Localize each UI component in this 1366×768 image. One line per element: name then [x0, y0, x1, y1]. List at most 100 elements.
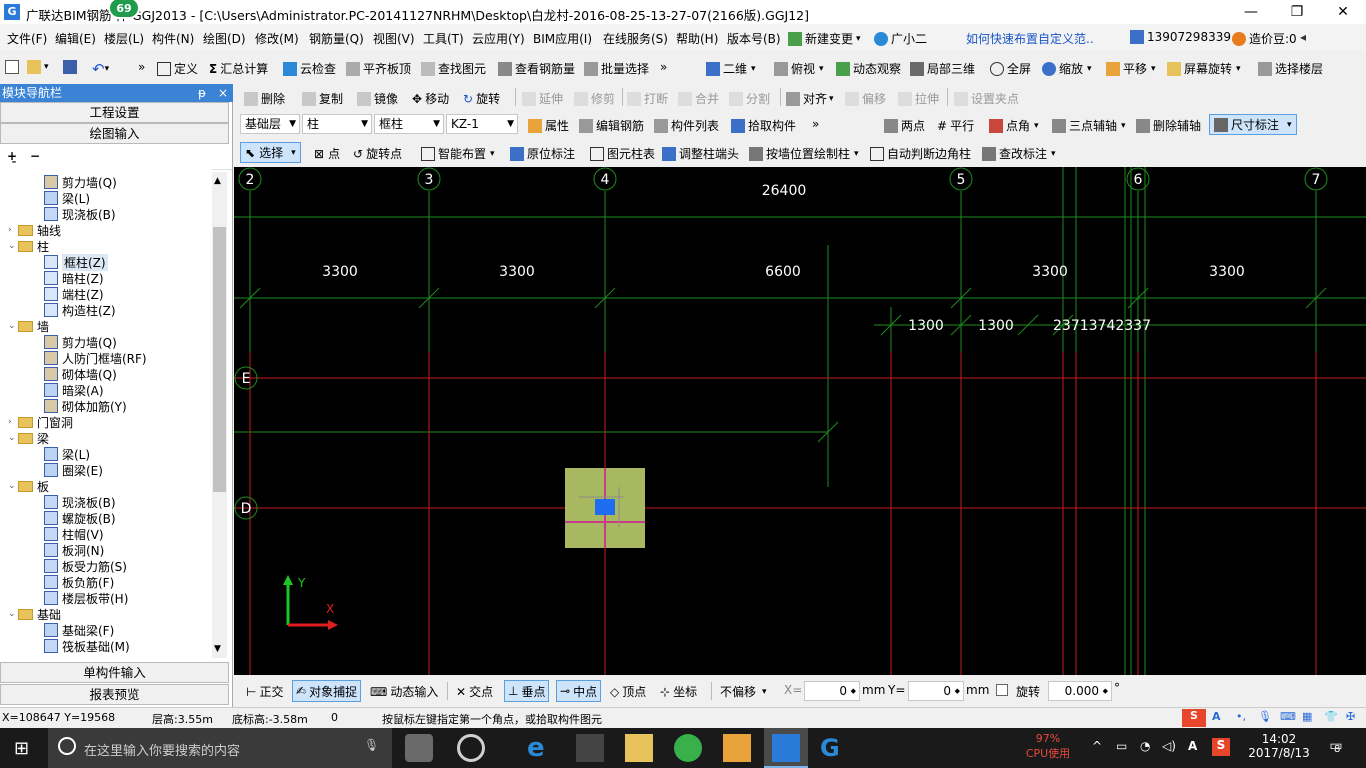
keyboard-icon[interactable]: ⌨ — [1280, 710, 1296, 723]
task-view-icon[interactable] — [405, 734, 433, 762]
column-table-button[interactable]: 图元柱表 — [590, 145, 655, 162]
scroll-thumb[interactable] — [213, 227, 226, 492]
open-file-icon[interactable]: ▾ — [27, 60, 49, 74]
menu-help[interactable]: 帮助(H) — [676, 30, 718, 47]
pan-dropdown[interactable]: 平移 ▾ — [1106, 60, 1156, 77]
network-icon[interactable]: ◔ — [1140, 739, 1150, 753]
batch-select-button[interactable]: 批量选择 — [584, 60, 649, 77]
two-point-axis-button[interactable]: 两点 — [884, 117, 925, 134]
mic-search-icon[interactable]: 🎙 — [364, 738, 379, 752]
ortho-toggle[interactable]: ⊢ 正交 — [246, 683, 283, 700]
more-icon[interactable]: » — [138, 60, 145, 74]
offset-mode-dropdown[interactable]: 不偏移 ▾ — [720, 683, 767, 700]
pin-icon[interactable]: ᵽ — [198, 84, 206, 102]
collapse-arrow-icon[interactable]: ⌄ — [8, 321, 18, 331]
tree-item[interactable]: 螺旋板(B) — [44, 510, 116, 526]
stretch-button[interactable]: 拉伸 — [898, 90, 939, 107]
zoom-dropdown[interactable]: 缩放 ▾ — [1042, 60, 1092, 77]
tree-item[interactable]: 端柱(Z) — [44, 286, 104, 302]
collapse-arrow-icon[interactable]: ⌄ — [8, 241, 18, 251]
tree-item[interactable]: 筏板基础(M) — [44, 638, 130, 654]
close-button[interactable]: ✕ — [1320, 0, 1366, 24]
tree-item[interactable]: ⌄ 梁 — [8, 430, 49, 446]
glodon-task-active[interactable] — [764, 728, 808, 768]
define-button[interactable]: 定义 — [157, 60, 198, 77]
notification-badge[interactable]: 69 — [108, 0, 140, 19]
coordinate-snap[interactable]: ⊹ 坐标 — [660, 683, 697, 700]
menu-floor[interactable]: 楼层(L) — [104, 30, 144, 47]
windows-start-icon[interactable]: ⊞ — [14, 738, 29, 759]
menu-rebar-qty[interactable]: 钢筋量(Q) — [309, 30, 364, 47]
tree-item[interactable]: 砌体墙(Q) — [44, 366, 117, 382]
dynamic-view-button[interactable]: 动态观察 — [836, 60, 901, 77]
floor-select[interactable]: 基础层 ▼ — [240, 114, 300, 134]
store-icon[interactable] — [576, 734, 604, 762]
skin-icon[interactable]: 👕 — [1324, 710, 1338, 723]
tree-item[interactable]: › 轴线 — [8, 222, 61, 238]
user-account[interactable]: 13907298339 — [1130, 30, 1231, 44]
properties-button[interactable]: 属性 — [528, 117, 569, 134]
tree-item[interactable]: 现浇板(B) — [44, 206, 116, 222]
sogou-tray-icon[interactable]: S — [1212, 738, 1230, 756]
fullscreen-button[interactable]: 全屏 — [990, 60, 1031, 77]
glodon-g-icon[interactable]: G — [820, 734, 848, 762]
three-point-axis-dropdown[interactable]: 三点辅轴 ▾ — [1052, 117, 1126, 134]
delete-button[interactable]: 删除 — [244, 90, 285, 107]
offset-button[interactable]: 偏移 — [845, 90, 886, 107]
trim-button[interactable]: 修剪 — [574, 90, 615, 107]
expand-all-icon[interactable]: +̱ — [7, 149, 17, 163]
top-view-dropdown[interactable]: 俯视 ▾ — [774, 60, 824, 77]
report-preview-tab[interactable]: 报表预览 — [0, 684, 229, 705]
split-button[interactable]: 分割 — [729, 90, 770, 107]
align-slab-top-button[interactable]: 平齐板顶 — [346, 60, 411, 77]
tip-link[interactable]: 如何快速布置自定义范.. — [966, 30, 1094, 47]
app-spiral-icon[interactable] — [457, 734, 485, 762]
expand-arrow-icon[interactable]: › — [8, 225, 18, 235]
tree-item[interactable]: ⌄ 柱 — [8, 238, 49, 254]
auto-corner-column-button[interactable]: 自动判断边角柱 — [870, 145, 971, 162]
menu-edit[interactable]: 编辑(E) — [55, 30, 96, 47]
menu-cloud[interactable]: 云应用(Y) — [472, 30, 525, 47]
2d-view-dropdown[interactable]: 二维 ▾ — [706, 60, 756, 77]
tools-icon[interactable]: ✠ — [1346, 710, 1355, 723]
tree-item[interactable]: ⌄ 板 — [8, 478, 49, 494]
vertex-snap[interactable]: ◇ 顶点 — [610, 683, 646, 700]
view-rebar-qty-button[interactable]: 查看钢筋量 — [498, 60, 575, 77]
menu-tools[interactable]: 工具(T) — [423, 30, 464, 47]
intersection-snap[interactable]: ✕ 交点 — [456, 683, 493, 700]
clock[interactable]: 14:02 2017/8/13 — [1244, 732, 1314, 760]
drawing-svg[interactable]: 2 3 4 5 6 7 E D 26400 3300 3300 6600 330… — [234, 167, 1366, 675]
notes-app-icon[interactable] — [723, 734, 751, 762]
midpoint-snap[interactable]: ⊸ 中点 — [556, 680, 602, 702]
mic-icon[interactable]: 🎙 — [1258, 710, 1272, 723]
rotate-point-button[interactable]: ↺ 旋转点 — [353, 145, 402, 162]
component-list-button[interactable]: 构件列表 — [654, 117, 719, 134]
move-button[interactable]: ✥ 移动 — [412, 90, 449, 107]
menu-component[interactable]: 构件(N) — [152, 30, 194, 47]
menu-online[interactable]: 在线服务(S) — [603, 30, 668, 47]
drawing-canvas[interactable]: 2 3 4 5 6 7 E D 26400 3300 3300 6600 330… — [234, 167, 1366, 675]
browser-360-icon[interactable] — [674, 734, 702, 762]
punctuation-icon[interactable]: •, — [1236, 710, 1246, 723]
extend-button[interactable]: 延伸 — [522, 90, 563, 107]
tree-item[interactable]: 剪力墙(Q) — [44, 174, 117, 190]
tree-item[interactable]: 构造柱(Z) — [44, 302, 116, 318]
save-icon[interactable] — [63, 60, 80, 74]
subtype-select[interactable]: 框柱 ▼ — [374, 114, 444, 134]
tree-item[interactable]: ⌄ 基础 — [8, 606, 61, 622]
find-element-button[interactable]: 查找图元 — [421, 60, 486, 77]
single-input-tab[interactable]: 单构件输入 — [0, 662, 229, 683]
align-dropdown[interactable]: 对齐 ▾ — [786, 90, 834, 107]
tree-item[interactable]: 圈梁(E) — [44, 462, 103, 478]
menu-version[interactable]: 版本号(B) — [727, 30, 781, 47]
tree-item[interactable]: 梁(L) — [44, 446, 90, 462]
ime-indicator[interactable]: A — [1188, 739, 1197, 753]
y-input[interactable]: 0 ◆ — [908, 681, 964, 701]
notification-center-icon[interactable]: ▭ 8 — [1324, 738, 1348, 758]
rotate-input[interactable]: 0.000 ◆ — [1048, 681, 1112, 701]
drawing-input-tab[interactable]: 绘图输入 — [0, 123, 229, 144]
dynamic-input-toggle[interactable]: ⌨ 动态输入 — [370, 683, 438, 700]
parallel-axis-button[interactable]: # 平行 — [937, 117, 974, 134]
rotate-checkbox[interactable] — [996, 684, 1008, 696]
grid-icon[interactable]: ▦ — [1302, 710, 1312, 723]
